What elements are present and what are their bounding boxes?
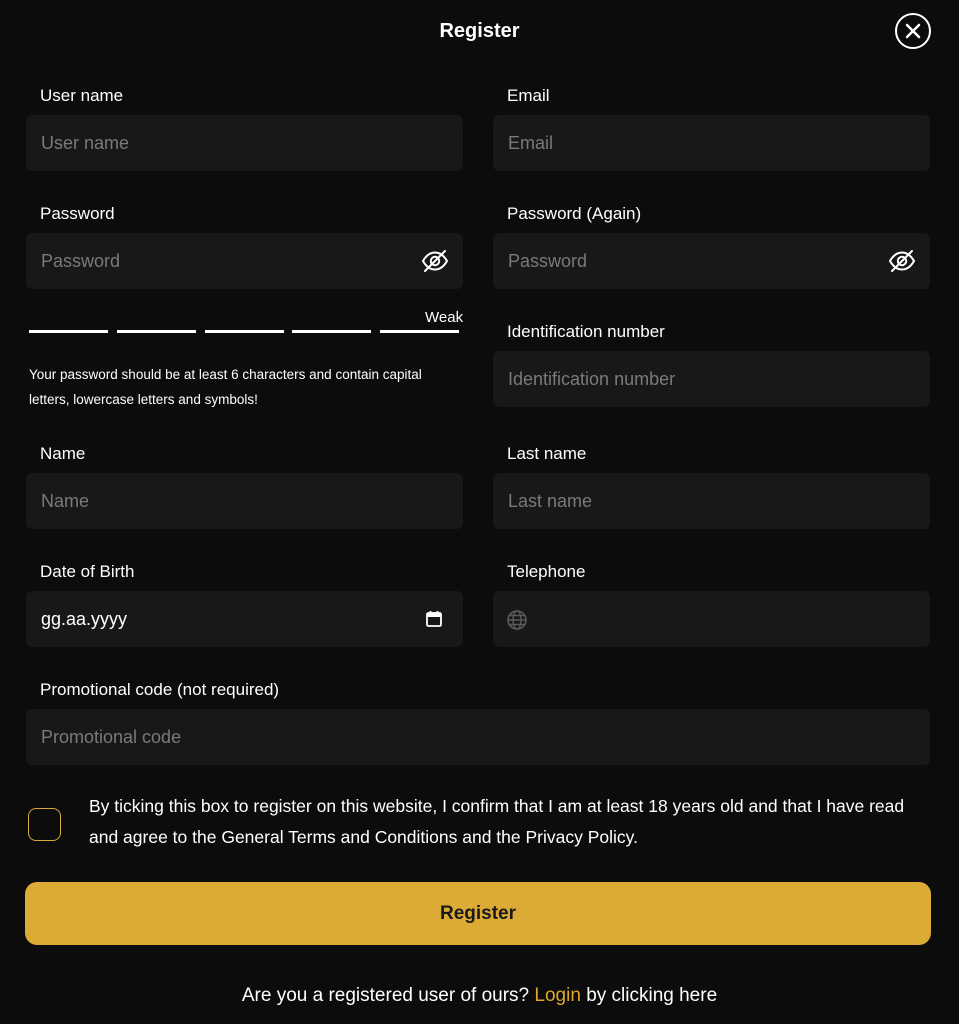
password-again-input[interactable] <box>508 250 915 272</box>
telephone-label: Telephone <box>507 562 586 581</box>
close-icon <box>905 23 921 39</box>
identification-label: Identification number <box>507 322 665 341</box>
login-prompt: Are you a registered user of ours? Login… <box>0 985 959 1007</box>
name-field-wrap <box>26 473 463 529</box>
globe-icon[interactable] <box>507 610 527 630</box>
email-label: Email <box>507 86 550 105</box>
strength-segment <box>29 330 108 333</box>
strength-segment <box>117 330 196 333</box>
password-again-label: Password (Again) <box>507 204 642 223</box>
promo-input[interactable] <box>41 726 915 748</box>
strength-segment <box>380 330 459 333</box>
last-name-label: Last name <box>507 444 587 463</box>
password-again-field-wrap <box>493 233 930 289</box>
identification-input[interactable] <box>508 368 915 390</box>
password-input[interactable] <box>41 250 448 272</box>
login-prompt-suffix: by clicking here <box>586 985 718 1006</box>
eye-off-icon[interactable] <box>421 248 449 274</box>
username-label: User name <box>40 86 124 105</box>
last-name-input[interactable] <box>508 490 915 512</box>
page-title: Register <box>439 20 520 42</box>
telephone-input[interactable] <box>540 608 915 630</box>
password-strength-label: Weak <box>425 309 464 326</box>
password-hint: Your password should be at least 6 chara… <box>29 367 422 407</box>
last-name-field-wrap <box>493 473 930 529</box>
password-label: Password <box>40 204 115 223</box>
strength-segment <box>205 330 284 333</box>
dob-field[interactable]: gg.aa.yyyy <box>26 591 463 647</box>
telephone-field-wrap <box>493 591 930 647</box>
eye-off-icon[interactable] <box>888 248 916 274</box>
terms-checkbox[interactable] <box>28 808 61 841</box>
login-prompt-prefix: Are you a registered user of ours? <box>241 985 530 1006</box>
username-field-wrap <box>26 115 463 171</box>
calendar-icon[interactable] <box>425 610 443 628</box>
terms-text: By ticking this box to register on this … <box>89 796 905 847</box>
name-input[interactable] <box>41 490 448 512</box>
email-field-wrap <box>493 115 930 171</box>
login-link[interactable]: Login <box>534 985 581 1006</box>
promo-field-wrap <box>26 709 930 765</box>
dob-value: gg.aa.yyyy <box>41 608 128 629</box>
close-button[interactable] <box>895 13 931 49</box>
identification-field-wrap <box>493 351 930 407</box>
strength-segment <box>292 330 371 333</box>
promo-label: Promotional code (not required) <box>40 680 280 699</box>
name-label: Name <box>40 444 86 463</box>
register-button[interactable]: Register <box>25 882 931 945</box>
dob-label: Date of Birth <box>40 562 135 581</box>
email-input[interactable] <box>508 132 915 154</box>
username-input[interactable] <box>41 132 448 154</box>
password-field-wrap <box>26 233 463 289</box>
